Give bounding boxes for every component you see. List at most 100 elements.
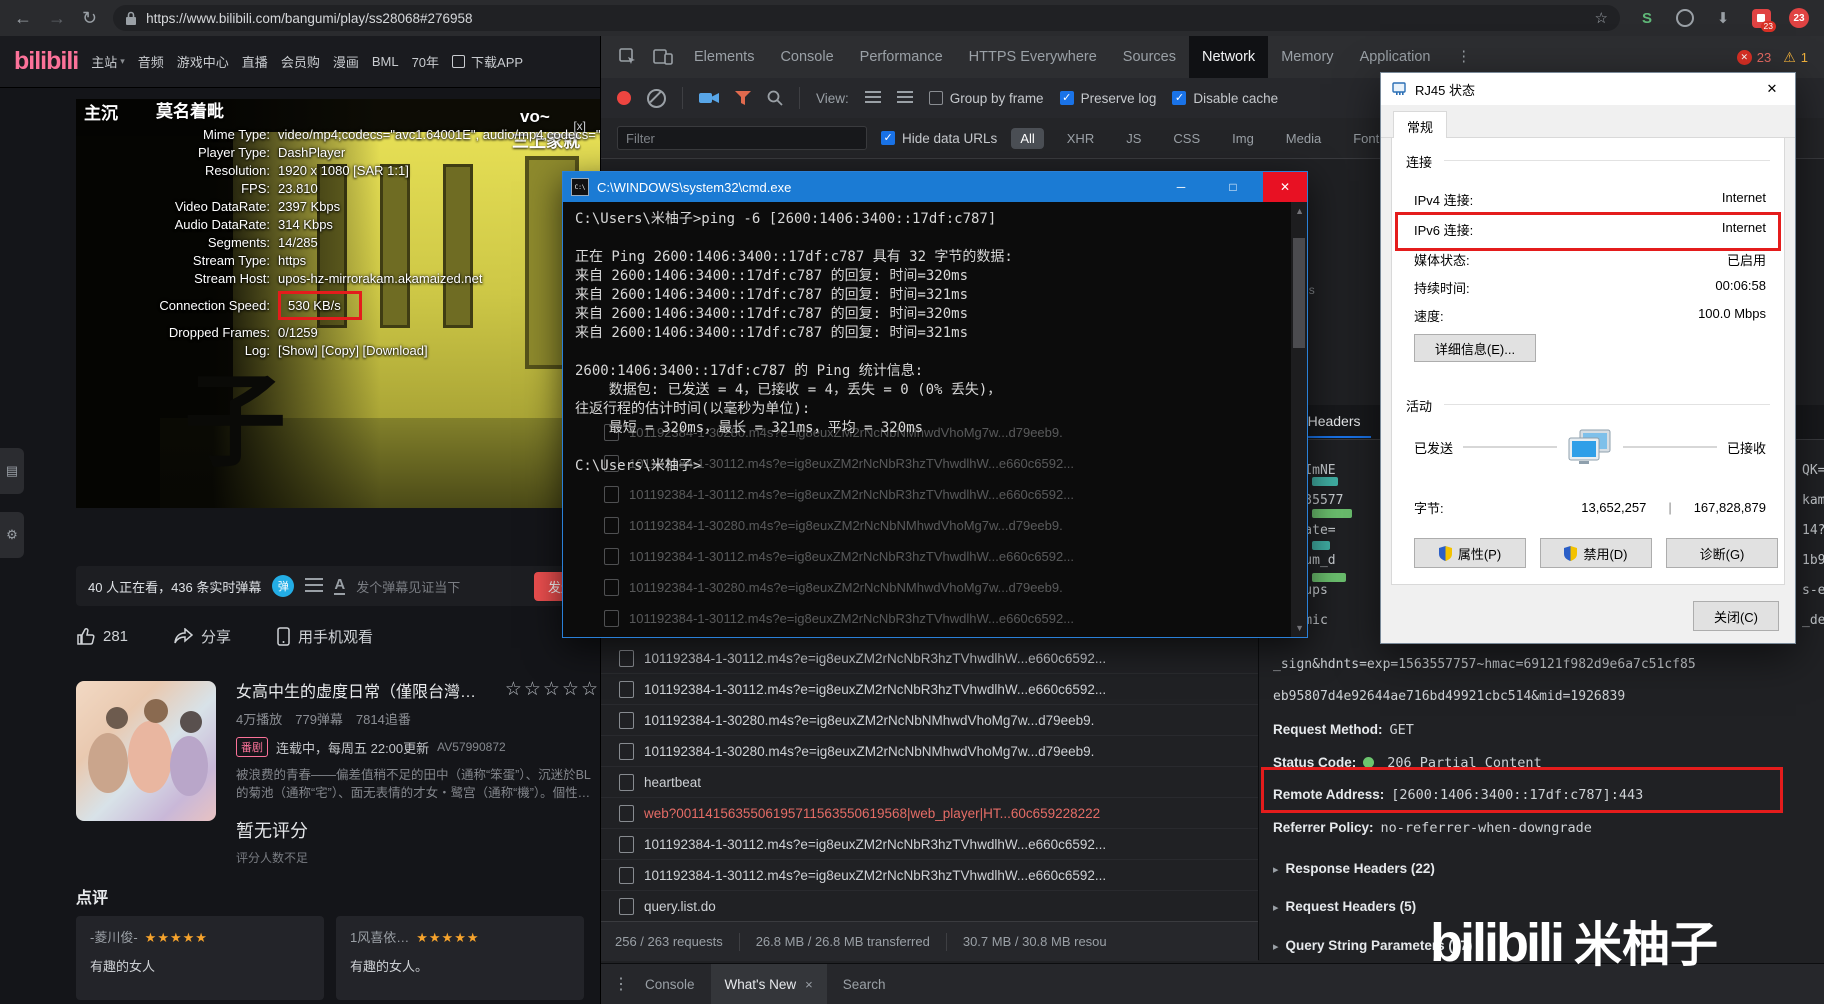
- tab-https-everywhere[interactable]: HTTPS Everywhere: [956, 36, 1110, 78]
- drawer-tab-search[interactable]: Search: [843, 977, 886, 992]
- bookmark-icon[interactable]: ☆: [1595, 9, 1608, 27]
- scrollbar-thumb[interactable]: [1293, 238, 1305, 348]
- record-button[interactable]: [617, 91, 631, 105]
- minimize-button[interactable]: ─: [1159, 172, 1203, 202]
- review-card[interactable]: 1风喜依… ★★★★★ 有趣的女人。: [336, 916, 584, 1000]
- media-title[interactable]: 女高中生的虚度日常（僅限台灣…: [236, 678, 476, 702]
- response-headers-section[interactable]: ▸ Response Headers (22): [1273, 861, 1435, 876]
- extension-count-icon[interactable]: 23: [1788, 7, 1810, 29]
- danmaku-list-icon[interactable]: [305, 578, 324, 594]
- extension-ring-icon[interactable]: [1674, 7, 1696, 29]
- filter-pill-css[interactable]: CSS: [1164, 128, 1209, 149]
- nav-item-bml[interactable]: BML: [372, 54, 399, 69]
- cover-thumbnail[interactable]: [76, 681, 216, 821]
- tab-elements[interactable]: Elements: [681, 36, 767, 78]
- extension-s-icon[interactable]: S: [1636, 7, 1658, 29]
- bilibili-logo[interactable]: bilibili: [14, 47, 79, 76]
- network-request-row[interactable]: 101192384-1-30112.m4s?e=ig8euxZM2rNcNbR3…: [601, 674, 1258, 705]
- tab-memory[interactable]: Memory: [1268, 36, 1346, 78]
- properties-button[interactable]: 属性(P): [1414, 538, 1526, 568]
- checkbox-unchecked-icon: [928, 91, 943, 105]
- cmd-titlebar[interactable]: C:\ C:\WINDOWS\system32\cmd.exe ─ □ ✕: [563, 172, 1307, 202]
- network-request-row[interactable]: 101192384-1-30112.m4s?e=ig8euxZM2rNcNbR3…: [601, 860, 1258, 891]
- tab-console[interactable]: Console: [767, 36, 846, 78]
- forward-icon[interactable]: →: [48, 9, 66, 27]
- scroll-down-icon[interactable]: ▼: [1295, 623, 1304, 633]
- tab-headers[interactable]: Headers: [1297, 406, 1371, 438]
- nav-item-audio[interactable]: 音频: [138, 52, 164, 71]
- view-list-icon[interactable]: [864, 91, 881, 105]
- like-button[interactable]: 281: [76, 627, 128, 645]
- danmaku-settings-icon[interactable]: 弹: [272, 575, 295, 597]
- close-button[interactable]: ✕: [1749, 73, 1795, 105]
- filter-pill-js[interactable]: JS: [1117, 128, 1150, 149]
- search-icon[interactable]: [767, 90, 783, 106]
- group-by-frame-option[interactable]: Group by frame: [928, 91, 1044, 106]
- watch-on-mobile-button[interactable]: 用手机观看: [277, 626, 373, 647]
- kebab-menu-icon[interactable]: ⋮: [613, 974, 629, 994]
- network-request-row[interactable]: 101192384-1-30112.m4s?e=ig8euxZM2rNcNbR3…: [601, 829, 1258, 860]
- font-style-icon[interactable]: A: [334, 576, 346, 596]
- maximize-button[interactable]: □: [1211, 172, 1255, 202]
- side-widget-grid[interactable]: ▤: [0, 448, 24, 494]
- filter-pill-xhr[interactable]: XHR: [1058, 128, 1103, 149]
- drawer-tab-whats-new[interactable]: What's New ×: [710, 964, 827, 1004]
- filmstrip-icon[interactable]: [699, 90, 719, 106]
- inspect-icon[interactable]: [619, 48, 637, 66]
- nav-item-manga[interactable]: 漫画: [333, 52, 359, 71]
- reload-icon[interactable]: ↻: [82, 9, 97, 27]
- side-widget-settings[interactable]: ⚙: [0, 512, 24, 558]
- network-request-row[interactable]: 101192384-1-30280.m4s?e=ig8euxZM2rNcNbNM…: [601, 705, 1258, 736]
- back-icon[interactable]: ←: [14, 9, 32, 27]
- nav-item-game[interactable]: 游戏中心: [177, 52, 229, 71]
- close-icon[interactable]: ×: [805, 977, 813, 992]
- nav-item-70[interactable]: 70年: [412, 52, 439, 71]
- filter-input[interactable]: Filter: [617, 126, 867, 150]
- filter-icon[interactable]: [735, 91, 751, 105]
- network-request-row[interactable]: heartbeat: [601, 767, 1258, 798]
- filter-pill-img[interactable]: Img: [1223, 128, 1263, 149]
- screen: ← → ↻ https://www.bilibili.com/bangumi/p…: [0, 0, 1824, 1004]
- nav-item-download-app[interactable]: 下载APP: [452, 52, 523, 71]
- danmaku-input[interactable]: 发个弹幕见证当下: [356, 577, 460, 596]
- tab-sources[interactable]: Sources: [1110, 36, 1189, 78]
- network-request-row[interactable]: 101192384-1-30112.m4s?e=ig8euxZM2rNcNbR3…: [601, 643, 1258, 674]
- dialog-titlebar[interactable]: RJ45 状态 ✕: [1381, 73, 1795, 105]
- video-player[interactable]: 主沉 莫名着毗 vo~ 三上家就 [x] 子 Mime Type: video/m…: [76, 99, 600, 508]
- cmd-scrollbar[interactable]: ▲ ▼: [1291, 202, 1307, 637]
- request-headers-section[interactable]: ▸ Request Headers (5): [1273, 899, 1416, 914]
- rating-stars[interactable]: ☆☆☆☆☆: [505, 678, 600, 701]
- error-icon[interactable]: ✕: [1736, 49, 1752, 65]
- nav-item-live[interactable]: 直播: [242, 52, 268, 71]
- network-request-row[interactable]: query.list.do: [601, 891, 1258, 922]
- review-card[interactable]: -菱川俊- ★★★★★ 有趣的女人: [76, 916, 324, 1000]
- nav-item-shop[interactable]: 会员购: [281, 52, 320, 71]
- filter-pill-all[interactable]: All: [1011, 127, 1044, 149]
- details-button[interactable]: 详细信息(E)...: [1414, 334, 1536, 362]
- close-button[interactable]: ✕: [1263, 172, 1307, 202]
- view-large-icon[interactable]: [896, 91, 913, 105]
- rj45-status-dialog[interactable]: RJ45 状态 ✕ 常规 连接 IPv4 连接: Internet IPv6 连接…: [1380, 72, 1796, 644]
- device-toolbar-icon[interactable]: [653, 49, 673, 65]
- tab-performance[interactable]: Performance: [847, 36, 956, 78]
- dialog-close-button[interactable]: 关闭(C): [1693, 601, 1779, 631]
- hide-data-urls-option[interactable]: Hide data URLs: [881, 131, 997, 146]
- annotation-box-speed: 530 KB/s: [278, 291, 362, 320]
- extension-red-icon[interactable]: 23: [1750, 7, 1776, 32]
- disable-cache-option[interactable]: Disable cache: [1172, 91, 1278, 106]
- network-request-row[interactable]: web?0011415635506195711563550619568|web_…: [601, 798, 1258, 829]
- drawer-tab-console[interactable]: Console: [645, 977, 695, 992]
- tab-network[interactable]: Network: [1189, 36, 1269, 78]
- network-request-row[interactable]: 101192384-1-30280.m4s?e=ig8euxZM2rNcNbNM…: [601, 736, 1258, 767]
- disable-button[interactable]: 禁用(D): [1540, 538, 1652, 568]
- scroll-up-icon[interactable]: ▲: [1295, 206, 1304, 216]
- preserve-log-option[interactable]: Preserve log: [1059, 91, 1156, 106]
- address-bar[interactable]: https://www.bilibili.com/bangumi/play/ss…: [113, 5, 1620, 31]
- nav-item-main[interactable]: 主站 ▾: [91, 52, 125, 71]
- clear-icon[interactable]: [647, 88, 666, 108]
- filter-pill-media[interactable]: Media: [1277, 128, 1330, 149]
- share-button[interactable]: 分享: [174, 626, 231, 647]
- extension-download-icon[interactable]: ⬇: [1712, 7, 1734, 29]
- warning-icon[interactable]: ⚠: [1783, 49, 1796, 66]
- diagnose-button[interactable]: 诊断(G): [1666, 538, 1778, 568]
